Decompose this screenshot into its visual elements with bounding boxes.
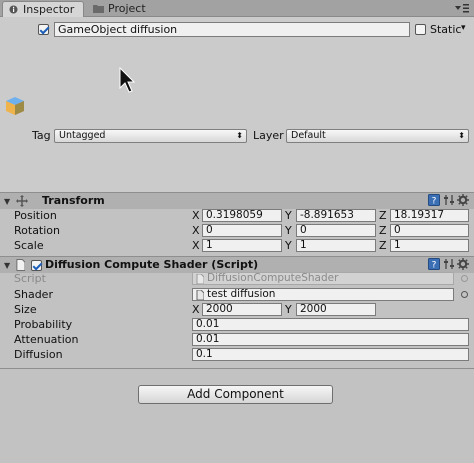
diffusion-row: Diffusion 0.1	[0, 347, 474, 362]
attenuation-field[interactable]: 0.01	[192, 333, 469, 346]
tab-bar: Inspector Project	[0, 0, 474, 17]
svg-text:?: ?	[432, 261, 437, 271]
gameobject-cube-icon	[6, 97, 24, 115]
probability-field[interactable]: 0.01	[192, 318, 469, 331]
transform-position-row: Position X 0.3198059 Y -8.891653 Z 18.19…	[0, 208, 474, 223]
gameobject-header: GameObject diffusion Static ▾ Tag Untagg…	[0, 17, 474, 192]
shader-reference-value: test diffusion	[207, 288, 276, 300]
script-enabled-checkbox[interactable]	[31, 260, 42, 271]
position-x-field[interactable]: 0.3198059	[202, 209, 282, 222]
scale-z-field[interactable]: 1	[390, 239, 469, 252]
script-file-icon	[196, 274, 204, 284]
z-axis-label[interactable]: Z	[379, 238, 387, 253]
gear-icon[interactable]	[457, 258, 469, 270]
z-axis-label[interactable]: Z	[379, 223, 387, 238]
position-z-field[interactable]: 18.19317	[390, 209, 469, 222]
shader-label: Shader	[14, 288, 53, 301]
svg-text:?: ?	[432, 197, 437, 207]
x-axis-label[interactable]: X	[192, 302, 200, 317]
rotation-y-field[interactable]: 0	[296, 224, 376, 237]
layer-label: Layer	[253, 129, 284, 142]
y-axis-label[interactable]: Y	[285, 208, 292, 223]
attenuation-label: Attenuation	[14, 333, 79, 346]
size-label: Size	[14, 303, 37, 316]
layer-dropdown[interactable]: Default ⬍	[286, 129, 469, 143]
foldout-arrow-icon[interactable]: ▼	[4, 261, 10, 270]
script-reference-field: DiffusionComputeShader	[192, 272, 454, 285]
components-separator	[0, 368, 474, 369]
z-axis-label[interactable]: Z	[379, 208, 387, 223]
preset-sliders-icon[interactable]	[443, 258, 455, 270]
size-row: Size X 2000 Y 2000	[0, 302, 474, 317]
dropdown-arrow-icon: ⬍	[458, 131, 465, 140]
script-reference-value: DiffusionComputeShader	[207, 272, 339, 284]
size-y-field[interactable]: 2000	[296, 303, 376, 316]
static-label: Static	[430, 23, 462, 36]
x-axis-label[interactable]: X	[192, 223, 200, 238]
shader-file-icon	[196, 290, 204, 300]
diffusion-label: Diffusion	[14, 348, 63, 361]
rotation-z-field[interactable]: 0	[390, 224, 469, 237]
gear-icon[interactable]	[457, 194, 469, 206]
tag-label: Tag	[32, 129, 51, 142]
y-axis-label[interactable]: Y	[285, 302, 292, 317]
script-row: Script DiffusionComputeShader	[0, 271, 474, 286]
object-picker-icon[interactable]	[461, 291, 468, 298]
x-axis-label[interactable]: X	[192, 208, 200, 223]
attenuation-row: Attenuation 0.01	[0, 332, 474, 347]
mouse-cursor-icon	[119, 67, 135, 93]
shader-row: Shader test diffusion	[0, 287, 474, 302]
static-dropdown-icon[interactable]: ▾	[461, 23, 466, 33]
rotation-label: Rotation	[14, 224, 61, 237]
probability-label: Probability	[14, 318, 73, 331]
tab-project-label: Project	[108, 2, 146, 15]
transform-rotation-row: Rotation X 0 Y 0 Z 0	[0, 223, 474, 238]
tab-inspector[interactable]: Inspector	[2, 1, 84, 17]
info-icon	[9, 5, 18, 14]
tab-project[interactable]: Project	[88, 1, 158, 17]
diffusion-field[interactable]: 0.1	[192, 348, 469, 361]
layer-dropdown-value: Default	[291, 130, 326, 141]
active-checkbox[interactable]	[38, 24, 49, 35]
help-book-icon[interactable]: ?	[428, 194, 440, 206]
component-header-icons: ?	[428, 194, 470, 208]
tab-inspector-label: Inspector	[23, 3, 75, 16]
transform-header[interactable]: ▼ Transform ?	[0, 192, 474, 209]
transform-icon	[16, 195, 28, 207]
help-book-icon[interactable]: ?	[428, 258, 440, 270]
x-axis-label[interactable]: X	[192, 238, 200, 253]
scale-label: Scale	[14, 239, 44, 252]
foldout-arrow-icon[interactable]: ▼	[4, 197, 10, 206]
y-axis-label[interactable]: Y	[285, 238, 292, 253]
preset-sliders-icon[interactable]	[443, 194, 455, 206]
script-component-title: Diffusion Compute Shader (Script)	[45, 258, 259, 271]
tag-dropdown-value: Untagged	[59, 130, 106, 141]
position-y-field[interactable]: -8.891653	[296, 209, 376, 222]
y-axis-label[interactable]: Y	[285, 223, 292, 238]
probability-row: Probability 0.01	[0, 317, 474, 332]
rotation-x-field[interactable]: 0	[202, 224, 282, 237]
component-header-icons: ?	[428, 258, 470, 272]
transform-title: Transform	[42, 194, 105, 207]
position-label: Position	[14, 209, 57, 222]
add-component-button[interactable]: Add Component	[138, 385, 333, 404]
script-label: Script	[14, 272, 46, 285]
object-picker-icon	[461, 275, 468, 282]
dropdown-arrow-icon: ⬍	[236, 131, 243, 140]
script-icon	[16, 259, 25, 271]
gameobject-name-field[interactable]: GameObject diffusion	[54, 22, 410, 37]
size-x-field[interactable]: 2000	[202, 303, 282, 316]
tag-dropdown[interactable]: Untagged ⬍	[54, 129, 247, 143]
static-checkbox[interactable]	[415, 24, 426, 35]
folder-icon	[93, 5, 104, 13]
scale-y-field[interactable]: 1	[296, 239, 376, 252]
shader-reference-field[interactable]: test diffusion	[192, 288, 454, 301]
transform-scale-row: Scale X 1 Y 1 Z 1	[0, 238, 474, 253]
panel-menu-icon[interactable]	[454, 3, 470, 14]
scale-x-field[interactable]: 1	[202, 239, 282, 252]
